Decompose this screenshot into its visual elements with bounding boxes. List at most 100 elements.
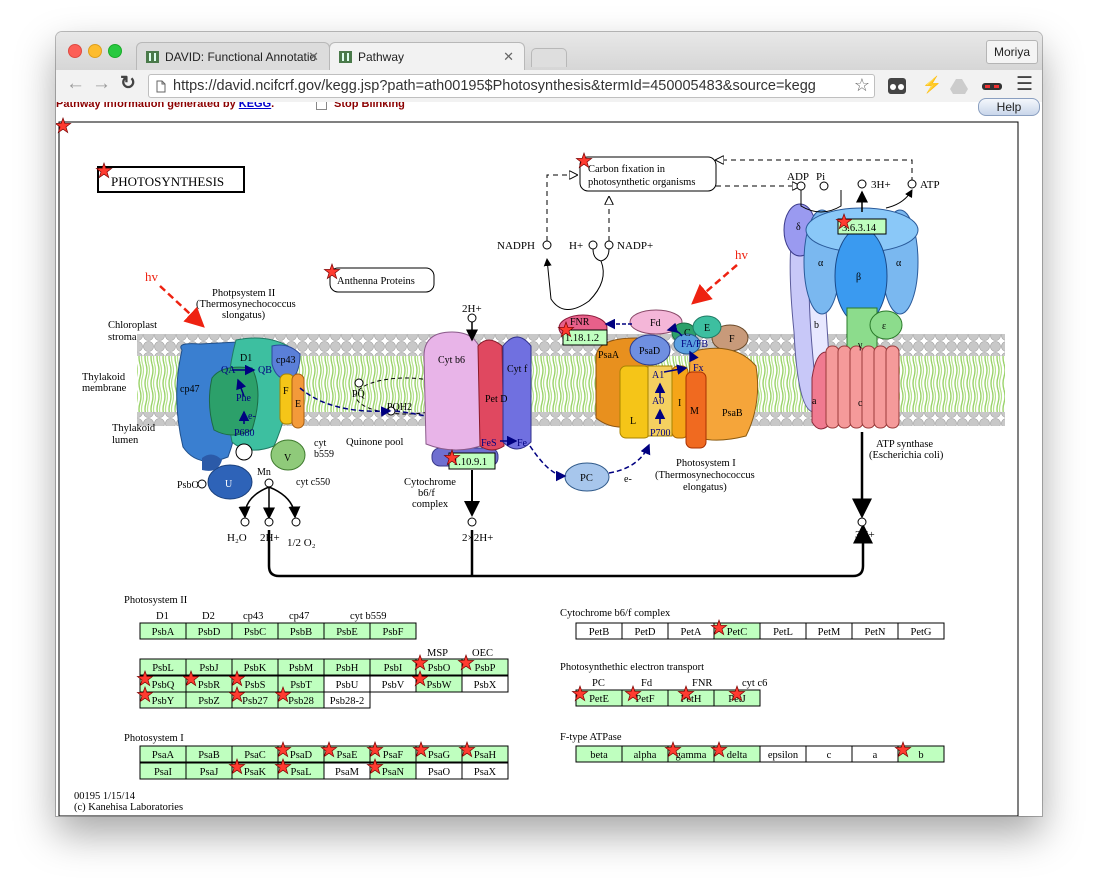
gene-label: PetD — [635, 627, 656, 638]
minimize-window-button[interactable] — [88, 44, 102, 58]
gene-box-psbm[interactable]: PsbM — [277, 658, 325, 676]
psii-electron-label: e- — [248, 411, 256, 422]
extension-bolt-icon[interactable]: ⚡ — [922, 75, 942, 95]
gene-box-psbd[interactable]: PsbD — [185, 622, 233, 640]
psii-header-cytb559: cyt b559 — [350, 611, 386, 622]
psii-table-title: Photosystem II — [124, 595, 188, 606]
gene-box-psaa[interactable]: PsaA — [139, 745, 187, 763]
gene-box-psb28-2[interactable]: Psb28-2 — [323, 691, 371, 709]
psii-u-label: U — [225, 479, 233, 490]
tab-david-close-icon[interactable]: ✕ — [308, 49, 319, 65]
cyt-title-1: Cytochrome — [404, 477, 456, 488]
psii-header-d1: D1 — [156, 611, 169, 622]
gene-box-psbu[interactable]: PsbU — [323, 675, 371, 693]
new-tab-button[interactable] — [531, 48, 567, 67]
extension-glasses-icon[interactable] — [888, 78, 906, 94]
gene-label: beta — [590, 750, 608, 761]
psii-header-cp47: cp47 — [289, 611, 309, 622]
psi-i-label: I — [678, 398, 681, 409]
gene-label: PetE — [589, 694, 609, 705]
gene-box-psbt[interactable]: PsbT — [277, 675, 325, 693]
psi-e-label: E — [704, 323, 710, 334]
gene-label: PsaJ — [200, 767, 219, 778]
profile-button[interactable]: Moriya — [986, 40, 1038, 64]
gene-box-psao[interactable]: PsaO — [415, 762, 463, 780]
gene-box-psax[interactable]: PsaX — [461, 762, 509, 780]
close-window-button[interactable] — [68, 44, 82, 58]
gene-box-psbz[interactable]: PsbZ — [185, 691, 233, 709]
gene-box-psbb[interactable]: PsbB — [277, 622, 325, 640]
gene-box-psbl[interactable]: PsbL — [139, 658, 187, 676]
atp-synthase-complex[interactable]: δ α β α b ε γ a c — [783, 203, 919, 430]
bookmark-star-icon[interactable]: ☆ — [853, 75, 870, 96]
gene-box-petl[interactable]: PetL — [759, 622, 807, 640]
address-bar[interactable]: https://david.ncifcrf.gov/kegg.jsp?path=… — [148, 74, 875, 98]
tab-david[interactable]: DAVID: Functional Annotatio ✕ — [136, 42, 330, 70]
gene-box-psbf[interactable]: PsbF — [369, 622, 417, 640]
psii-title-3: slongatus) — [222, 310, 266, 321]
gene-box-beta[interactable]: beta — [575, 745, 623, 763]
gene-label: PsaE — [337, 750, 358, 761]
ec-cyt-label: 1.10.9.1 — [453, 457, 487, 468]
cytochrome-b6f-complex[interactable]: Cyt b6 Pet D Cyt f FeS Fe — [423, 331, 532, 467]
extension-drive-icon[interactable] — [950, 78, 968, 94]
gene-box-petb[interactable]: PetB — [575, 622, 623, 640]
gene-box-psam[interactable]: PsaM — [323, 762, 371, 780]
gene-box-psai[interactable]: PsaI — [139, 762, 187, 780]
gene-box-psbc[interactable]: PsbC — [231, 622, 279, 640]
gene-label: PsbW — [426, 680, 451, 691]
gene-box-alpha[interactable]: alpha — [621, 745, 669, 763]
david-favicon-icon — [146, 51, 159, 63]
gene-box-psbj[interactable]: PsbJ — [185, 658, 233, 676]
gene-box-a[interactable]: a — [851, 745, 899, 763]
gene-label: PsaL — [291, 767, 312, 778]
gene-box-psbv[interactable]: PsbV — [369, 675, 417, 693]
back-arrow-icon[interactable]: ← — [66, 73, 85, 95]
gene-box-psac[interactable]: PsaC — [231, 745, 279, 763]
zoom-window-button[interactable] — [108, 44, 122, 58]
gene-box-epsilon[interactable]: epsilon — [759, 745, 807, 763]
psii-title-2: (Thermosynechococcus — [196, 299, 296, 310]
fes-label: FeS — [481, 438, 497, 449]
membrane-label: membrane — [82, 383, 127, 394]
tab-pathway[interactable]: Pathway ✕ — [329, 42, 525, 70]
psi-title-3: elongatus) — [683, 482, 727, 493]
gene-box-psab[interactable]: PsaB — [185, 745, 233, 763]
atp-title-2: (Escherichia coli) — [869, 450, 944, 461]
gene-box-psaj[interactable]: PsaJ — [185, 762, 233, 780]
atpase-table-title: F-type ATPase — [560, 732, 622, 743]
atp-beta-label: β — [856, 272, 861, 283]
gene-label: delta — [727, 750, 748, 761]
d1-label: D1 — [240, 353, 252, 364]
gene-box-psbh[interactable]: PsbH — [323, 658, 371, 676]
diagram-title: PHOTOSYNTHESIS — [111, 174, 224, 189]
gene-box-petg[interactable]: PetG — [897, 622, 945, 640]
gene-box-petd[interactable]: PetD — [621, 622, 669, 640]
gene-label: PsbL — [152, 663, 174, 674]
forward-arrow-icon[interactable]: → — [92, 73, 111, 95]
gene-label: Psb28-2 — [330, 696, 364, 707]
carbon-fixation-line2: photosynthetic organisms — [588, 177, 695, 188]
gene-label: PsbI — [384, 663, 403, 674]
psii-header-cp43: cp43 — [243, 611, 263, 622]
cyt-b559-label2: b559 — [314, 449, 334, 460]
tab-pathway-title: Pathway — [358, 50, 405, 64]
pi-label: Pi — [816, 171, 825, 183]
gene-box-psbk[interactable]: PsbK — [231, 658, 279, 676]
tab-pathway-close-icon[interactable]: ✕ — [503, 49, 514, 65]
menu-icon[interactable]: ☰ — [1016, 73, 1033, 96]
gene-box-psba[interactable]: PsbA — [139, 622, 187, 640]
gene-box-psbi[interactable]: PsbI — [369, 658, 417, 676]
gene-box-c[interactable]: c — [805, 745, 853, 763]
gene-box-petn[interactable]: PetN — [851, 622, 899, 640]
gene-label: PsbV — [382, 680, 405, 691]
extension-mask-icon[interactable] — [982, 78, 1002, 94]
gene-box-petm[interactable]: PetM — [805, 622, 853, 640]
petd-label: Pet D — [485, 394, 508, 405]
gene-box-peta[interactable]: PetA — [667, 622, 715, 640]
gene-label: gamma — [676, 750, 707, 761]
gene-box-psbe[interactable]: PsbE — [323, 622, 371, 640]
reload-icon[interactable]: ↻ — [120, 72, 136, 95]
gene-box-psbx[interactable]: PsbX — [461, 675, 509, 693]
page-info-icon[interactable] — [155, 80, 166, 93]
